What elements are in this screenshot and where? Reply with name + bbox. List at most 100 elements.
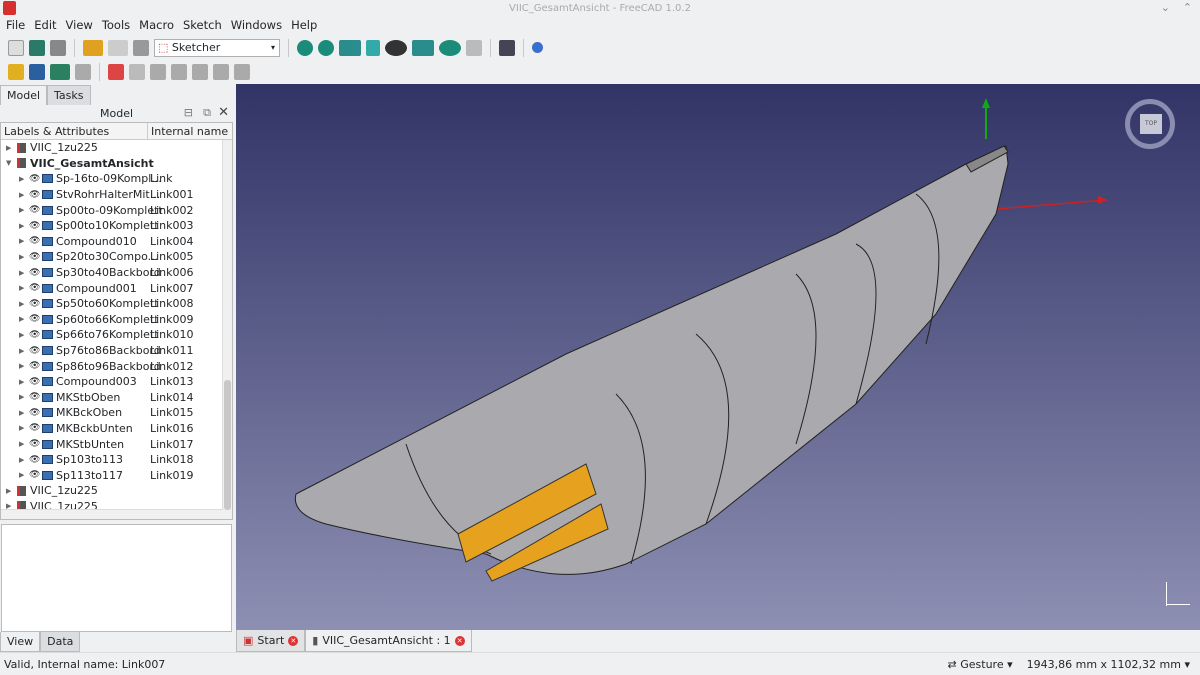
menu-view[interactable]: View (66, 18, 93, 35)
view-box-icon[interactable] (412, 39, 434, 56)
zoom-icon[interactable] (439, 39, 461, 56)
menu-macro[interactable]: Macro (139, 18, 174, 35)
collapsed-arrow-icon[interactable]: ▶ (19, 253, 24, 261)
measure-icon[interactable] (466, 39, 482, 56)
eye-icon[interactable]: 👁 (29, 268, 40, 278)
collapsed-arrow-icon[interactable]: ▶ (19, 456, 24, 464)
undock-icon[interactable]: ⧉ (203, 106, 211, 120)
eye-icon[interactable]: 👁 (29, 330, 40, 340)
refresh-icon[interactable] (133, 39, 149, 56)
group-icon[interactable] (29, 63, 45, 80)
new-file-icon[interactable] (8, 39, 24, 56)
unlink-icon[interactable] (171, 63, 187, 80)
tree-item[interactable]: ▶ 👁 StvRohrHalterMit... Link001 (1, 187, 232, 203)
tab-view[interactable]: View (0, 632, 41, 652)
collapsed-arrow-icon[interactable]: ▶ (19, 471, 24, 479)
eye-icon[interactable]: 👁 (29, 283, 40, 293)
tree-hscrollbar[interactable] (1, 509, 223, 519)
collapsed-arrow-icon[interactable]: ▶ (19, 331, 24, 339)
workbench-selector[interactable]: ⬚ Sketcher ▾ (154, 38, 280, 57)
eye-icon[interactable]: 👁 (29, 252, 40, 262)
tree-item[interactable]: ▶ 👁 MKBckbUnten Link016 (1, 421, 232, 437)
column-internal-name[interactable]: Internal name (148, 123, 231, 139)
collapsed-arrow-icon[interactable]: ▶ (19, 222, 24, 230)
replace-link-icon[interactable] (150, 63, 166, 80)
link-actions-icon[interactable] (50, 63, 70, 80)
collapsed-arrow-icon[interactable]: ▶ (19, 300, 24, 308)
eye-icon[interactable]: 👁 (29, 299, 40, 309)
eye-icon[interactable]: 👁 (29, 455, 40, 465)
collapsed-arrow-icon[interactable]: ▶ (6, 144, 11, 152)
eye-icon[interactable]: 👁 (29, 408, 40, 418)
collapsed-arrow-icon[interactable]: ▶ (19, 237, 24, 245)
import-icon[interactable] (129, 63, 145, 80)
collapsed-arrow-icon[interactable]: ▶ (19, 347, 24, 355)
tree-item[interactable]: ▶ 👁 MKStbOben Link014 (1, 390, 232, 406)
bounding-box-icon[interactable] (366, 39, 380, 56)
eye-icon[interactable]: 👁 (29, 361, 40, 371)
eye-icon[interactable]: 👁 (29, 470, 40, 480)
minimize-button[interactable]: ⌄ (1161, 1, 1170, 14)
tree-item[interactable]: ▶ 👁 Sp00to10Komplett Link003 (1, 218, 232, 234)
tree-item[interactable]: ▼ VIIC_GesamtAnsicht (1, 156, 232, 172)
tree-item[interactable]: ▶ 👁 Sp76to86Backbord Link011 (1, 343, 232, 359)
tab-tasks[interactable]: Tasks (47, 85, 91, 105)
menu-edit[interactable]: Edit (34, 18, 56, 35)
draw-style-icon[interactable] (385, 39, 407, 56)
tree-item[interactable]: ▶ 👁 Sp86to96Backbord Link012 (1, 358, 232, 374)
close-tab-icon[interactable]: ✕ (454, 635, 465, 646)
eye-icon[interactable]: 👁 (29, 190, 40, 200)
collapsed-arrow-icon[interactable]: ▶ (19, 206, 24, 214)
tree-item[interactable]: ▶ 👁 Sp-16to-09Kompl... Link (1, 171, 232, 187)
expanded-arrow-icon[interactable]: ▼ (6, 159, 11, 167)
eye-icon[interactable]: 👁 (29, 205, 40, 215)
menu-windows[interactable]: Windows (231, 18, 282, 35)
menu-sketch[interactable]: Sketch (183, 18, 222, 35)
part-icon[interactable] (8, 63, 24, 80)
float-icon[interactable]: ⊟ (184, 106, 193, 119)
tab-data[interactable]: Data (40, 632, 81, 652)
tree-item[interactable]: ▶ 👁 Sp113to117 Link019 (1, 467, 232, 483)
eye-icon[interactable]: 👁 (29, 174, 40, 184)
eye-icon[interactable]: 👁 (29, 377, 40, 387)
save-icon[interactable] (50, 39, 66, 56)
fit-selection-icon[interactable] (318, 39, 334, 56)
tree-item[interactable]: ▶ 👁 MKBckOben Link015 (1, 405, 232, 421)
eye-icon[interactable]: 👁 (29, 236, 40, 246)
tree-item[interactable]: ▶ 👁 Sp00to-09Komplett Link002 (1, 202, 232, 218)
link-group-icon[interactable] (234, 63, 250, 80)
tree-item[interactable]: ▶ 👁 Sp66to76Komplett Link010 (1, 327, 232, 343)
collapsed-arrow-icon[interactable]: ▶ (19, 409, 24, 417)
whats-this-icon[interactable] (499, 39, 515, 56)
open-file-icon[interactable] (29, 39, 45, 56)
std-views-icon[interactable] (339, 39, 361, 56)
tree-item[interactable]: ▶ 👁 Compound003 Link013 (1, 374, 232, 390)
eye-icon[interactable]: 👁 (29, 423, 40, 433)
eye-icon[interactable]: 👁 (29, 392, 40, 402)
make-link-icon[interactable] (108, 63, 124, 80)
nav-style-selector[interactable]: ⇄ Gesture ▾ (948, 658, 1013, 671)
column-labels[interactable]: Labels & Attributes (1, 123, 148, 139)
collapsed-arrow-icon[interactable]: ▶ (19, 284, 24, 292)
help-icon[interactable] (532, 42, 543, 53)
redo-icon[interactable] (108, 39, 128, 56)
select-links-icon[interactable] (213, 63, 229, 80)
collapsed-arrow-icon[interactable]: ▶ (19, 315, 24, 323)
3d-viewport[interactable]: TOP (236, 84, 1200, 630)
tab-start[interactable]: ▣ Start ✕ (236, 630, 306, 652)
collapsed-arrow-icon[interactable]: ▶ (19, 440, 24, 448)
collapsed-arrow-icon[interactable]: ▶ (19, 393, 24, 401)
collapsed-arrow-icon[interactable]: ▶ (19, 378, 24, 386)
tree-item[interactable]: ▶ 👁 Compound001 Link007 (1, 280, 232, 296)
dimension-selector[interactable]: 1943,86 mm x 1102,32 mm ▾ (1027, 658, 1190, 671)
eye-icon[interactable]: 👁 (29, 346, 40, 356)
eye-icon[interactable]: 👁 (29, 314, 40, 324)
tree-item[interactable]: ▶ 👁 Sp103to113 Link018 (1, 452, 232, 468)
tree-item[interactable]: ▶ 👁 Compound010 Link004 (1, 234, 232, 250)
collapsed-arrow-icon[interactable]: ▶ (19, 362, 24, 370)
tree-item[interactable]: ▶ 👁 Sp30to40Backbord Link006 (1, 265, 232, 281)
tree-item[interactable]: ▶ VIIC_1zu225 (1, 140, 232, 156)
collapsed-arrow-icon[interactable]: ▶ (19, 269, 24, 277)
menu-file[interactable]: File (6, 18, 25, 35)
undo-icon[interactable] (83, 39, 103, 56)
